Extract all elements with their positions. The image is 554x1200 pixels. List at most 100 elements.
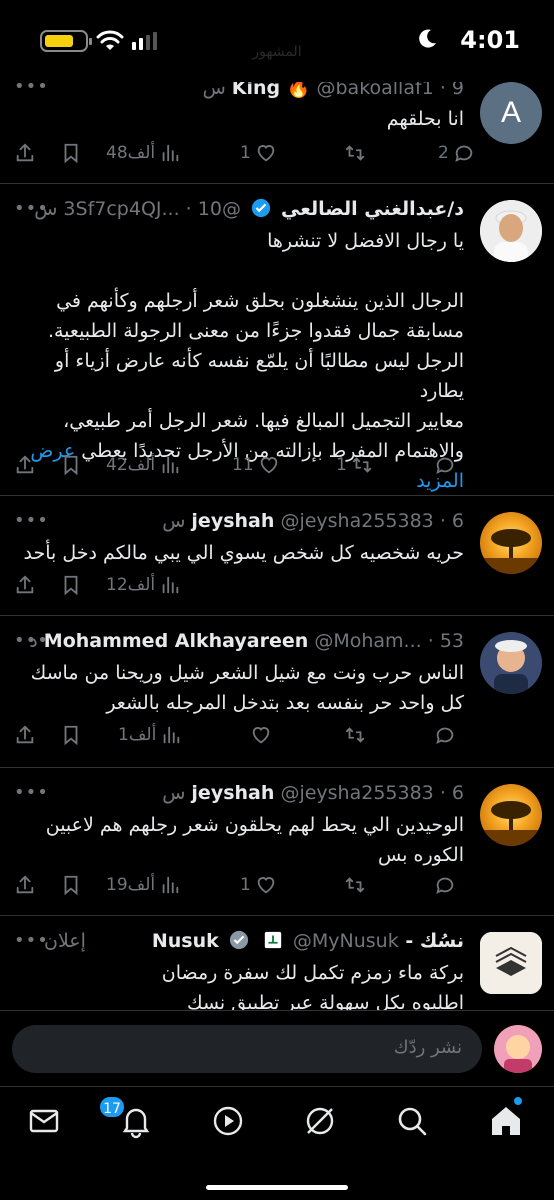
more-icon[interactable]: ••• bbox=[14, 198, 49, 219]
tree-sunset-icon bbox=[480, 529, 542, 574]
more-icon[interactable]: ••• bbox=[14, 782, 49, 803]
replies-count: 2 bbox=[438, 143, 449, 163]
share-icon[interactable] bbox=[14, 138, 36, 168]
video-icon[interactable] bbox=[208, 1101, 248, 1141]
tweet-actions: 19ألف 1 bbox=[14, 870, 464, 900]
views-count: 19ألف bbox=[106, 875, 156, 895]
retweet-button[interactable] bbox=[344, 720, 366, 750]
moon-icon bbox=[419, 29, 436, 48]
share-icon[interactable] bbox=[14, 450, 36, 480]
tweet-actions: 48ألف 1 2 bbox=[14, 138, 473, 168]
search-icon[interactable] bbox=[392, 1101, 432, 1141]
tree-sunset-icon bbox=[480, 801, 542, 846]
tweet-line: الوحيدين الي يحط لهم يحلقون شعر رجلهم هم… bbox=[45, 814, 464, 836]
more-icon[interactable]: ••• bbox=[14, 510, 49, 531]
views-button[interactable]: 1ألف bbox=[114, 720, 182, 750]
person-avatar-icon bbox=[480, 200, 542, 262]
like-button[interactable] bbox=[250, 720, 272, 750]
like-button[interactable]: 1 bbox=[236, 138, 277, 168]
comment-icon bbox=[436, 877, 454, 895]
my-avatar[interactable] bbox=[494, 1025, 542, 1073]
tweet[interactable]: jeyshah @jeysha255383 · 6 س ••• حريه شخص… bbox=[0, 496, 554, 616]
tweet-text: حريه شخصيه كل شخص يسوي الي يبي مالكم دخل… bbox=[14, 538, 464, 568]
reply-button[interactable] bbox=[434, 870, 456, 900]
views-icon bbox=[162, 456, 179, 474]
author-name[interactable]: jeyshah bbox=[191, 782, 274, 804]
home-indicator bbox=[206, 1185, 348, 1190]
reply-button[interactable]: 2 bbox=[434, 138, 475, 168]
heart-icon bbox=[252, 727, 270, 744]
reply-button[interactable] bbox=[434, 720, 456, 750]
tweet-line: بركة ماء زمزم تكمل لك سفرة رمضان bbox=[161, 962, 464, 984]
avatar[interactable] bbox=[480, 932, 542, 994]
tweet-line: معايير التجميل المبالغ فيها. شعر الرجل أ… bbox=[63, 410, 464, 432]
avatar[interactable] bbox=[480, 784, 542, 846]
tweet-actions: 42ألف 11 1 bbox=[14, 450, 464, 480]
views-icon bbox=[162, 876, 179, 894]
tweet-header: Mohammed Alkhayareen @Moham... · 53 د ••… bbox=[14, 630, 464, 652]
tweet[interactable]: د/عبدالغني الضالعي @3Sf7cp4QJ... · 10 س … bbox=[0, 184, 554, 496]
likes-count: 11 bbox=[232, 455, 254, 475]
like-button[interactable]: 1 bbox=[236, 870, 277, 900]
views-button[interactable]: 19ألف bbox=[102, 870, 181, 900]
bookmark-icon[interactable] bbox=[60, 450, 82, 480]
tweet-line: مسابقة جمال فقدوا جزءًا من معنى الرجولة … bbox=[47, 320, 464, 342]
heart-icon bbox=[257, 877, 275, 894]
battery-icon bbox=[40, 30, 92, 52]
comment-icon bbox=[436, 727, 454, 745]
tweet-header: jeyshah @jeysha255383 · 6 س ••• bbox=[14, 510, 464, 532]
retweet-button[interactable] bbox=[344, 870, 366, 900]
author-name[interactable]: Mohammed Alkhayareen bbox=[44, 630, 309, 652]
author-handle[interactable]: @jeysha255383 bbox=[280, 510, 433, 532]
tweet-header: نسُك - Nusuk @MyNusuk إعلان ••• bbox=[14, 930, 464, 958]
tweet-actions: 12ألف bbox=[14, 570, 464, 600]
more-icon[interactable]: ••• bbox=[14, 930, 49, 951]
bookmark-icon[interactable] bbox=[60, 870, 82, 900]
author-handle[interactable]: @Moham... bbox=[314, 630, 421, 652]
home-icon[interactable] bbox=[486, 1097, 526, 1141]
bookmark-icon[interactable] bbox=[60, 570, 82, 600]
heart-icon bbox=[260, 457, 277, 474]
tweet-line: كل واحد حر بنفسه بعد بتدخل المرجله بالشع… bbox=[106, 692, 464, 714]
notifications-icon[interactable]: 17 bbox=[98, 1095, 156, 1141]
bottom-nav: 17 bbox=[0, 1086, 554, 1200]
share-icon[interactable] bbox=[14, 570, 36, 600]
views-button[interactable]: 12ألف bbox=[102, 570, 181, 600]
share-icon[interactable] bbox=[14, 720, 36, 750]
tweet-actions: 1ألف bbox=[14, 720, 464, 750]
avatar[interactable]: A bbox=[480, 82, 542, 144]
avatar[interactable] bbox=[480, 200, 542, 262]
author-handle[interactable]: @jeysha255383 bbox=[280, 782, 433, 804]
nusuk-logo-icon bbox=[480, 932, 542, 994]
retweet-button[interactable]: 1 bbox=[332, 450, 373, 480]
notifications-badge: 17 bbox=[98, 1095, 126, 1119]
views-button[interactable]: 42ألف bbox=[102, 450, 181, 480]
reply-button[interactable] bbox=[434, 450, 456, 480]
tweet[interactable]: jeyshah @jeysha255383 · 6 س ••• الوحيدين… bbox=[0, 768, 554, 916]
reply-input[interactable]: نشر ردّك bbox=[12, 1025, 482, 1073]
views-button[interactable]: 48ألف bbox=[102, 138, 181, 168]
author-name[interactable]: jeyshah bbox=[191, 510, 274, 532]
messages-icon[interactable] bbox=[24, 1101, 64, 1141]
status-bar: المشهور 4:01 bbox=[0, 0, 554, 82]
author-handle[interactable]: @MyNusuk bbox=[293, 930, 399, 952]
grok-icon[interactable] bbox=[300, 1101, 340, 1141]
promoted-tweet[interactable]: نسُك - Nusuk @MyNusuk إعلان ••• بركة ماء… bbox=[0, 916, 554, 1016]
share-icon[interactable] bbox=[14, 870, 36, 900]
bookmark-icon[interactable] bbox=[60, 720, 82, 750]
avatar[interactable] bbox=[480, 632, 542, 694]
more-icon[interactable]: ••• bbox=[14, 630, 49, 651]
retweet-icon bbox=[352, 457, 371, 473]
cartoon-person-icon bbox=[480, 632, 542, 694]
tweet-line: يا رجال الافضل لا تنشرها bbox=[267, 230, 464, 252]
tweet[interactable]: Mohammed Alkhayareen @Moham... · 53 د ••… bbox=[0, 616, 554, 768]
cartoon-avatar-icon bbox=[494, 1025, 542, 1073]
tweet-text: الناس حرب ونت مع شيل الشعر شيل وريحنا من… bbox=[14, 658, 464, 718]
author-name[interactable]: د/عبدالغني الضالعي bbox=[281, 198, 464, 220]
avatar[interactable] bbox=[480, 512, 542, 574]
like-button[interactable]: 11 bbox=[228, 450, 280, 480]
tweet-line bbox=[14, 256, 464, 286]
retweet-button[interactable] bbox=[344, 138, 366, 168]
bookmark-icon[interactable] bbox=[60, 138, 82, 168]
verified-badge-icon bbox=[251, 198, 271, 218]
